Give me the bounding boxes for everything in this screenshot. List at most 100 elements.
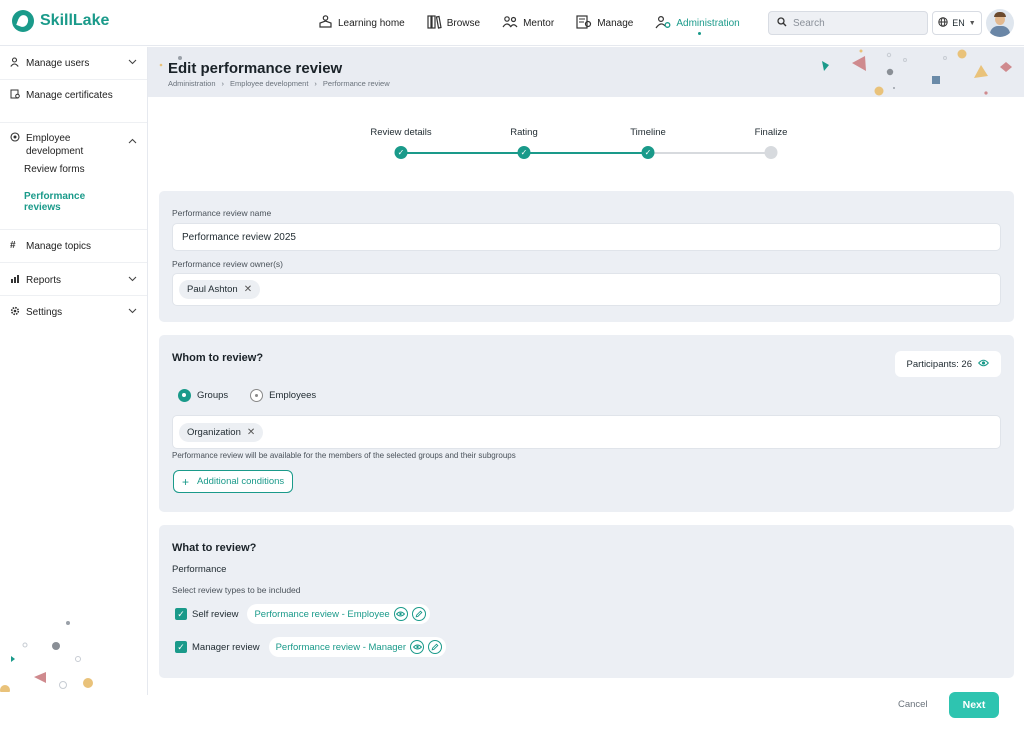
- sidebar-item-manage-users[interactable]: Manage users: [0, 47, 147, 80]
- mentor-icon: [502, 15, 518, 32]
- admin-icon: [655, 15, 671, 32]
- self-review-label: Self review: [192, 608, 239, 620]
- review-owner-input[interactable]: Paul Ashton ✕: [172, 273, 1001, 306]
- sidebar-item-reports[interactable]: Reports: [0, 263, 147, 296]
- sidebar-item-label: Reports: [26, 275, 62, 286]
- cancel-button[interactable]: Cancel: [898, 699, 928, 710]
- sidebar-subitem-review-forms[interactable]: Review forms: [0, 164, 147, 181]
- sidebar-item-settings[interactable]: Settings: [0, 296, 147, 328]
- chart-icon: [10, 274, 26, 287]
- books-icon: [427, 14, 442, 32]
- step-label[interactable]: Finalize: [755, 127, 788, 138]
- self-review-form-link[interactable]: Performance review - Employee: [247, 604, 430, 624]
- form-actions: Cancel Next: [0, 691, 1024, 721]
- main-nav: Learning home Browse Mentor Manage Admin…: [318, 0, 740, 46]
- progress-stepper: Review details Rating Timeline Finalize …: [148, 97, 1024, 187]
- review-target-radio-group: Groups Employees: [178, 389, 316, 402]
- section-title: Whom to review?: [172, 352, 264, 364]
- chevron-down-icon: [128, 57, 137, 67]
- review-name-input[interactable]: Performance review 2025: [172, 223, 1001, 251]
- nav-mentor[interactable]: Mentor: [502, 0, 554, 46]
- groups-input[interactable]: Organization ✕: [172, 415, 1001, 449]
- chevron-down-icon: [128, 306, 137, 316]
- certificate-icon: [10, 89, 26, 102]
- radio-employees[interactable]: Employees: [250, 389, 316, 402]
- form-link-label: Performance review - Employee: [254, 608, 390, 620]
- additional-conditions-button[interactable]: + Additional conditions: [173, 470, 294, 493]
- sidebar: Manage users Manage certificates Employe…: [0, 47, 148, 695]
- groups-helper-text: Performance review will be available for…: [172, 451, 516, 460]
- participants-label: Participants: 26: [906, 358, 972, 370]
- sidebar-item-manage-certificates[interactable]: Manage certificates: [0, 80, 147, 123]
- manager-review-checkbox[interactable]: ✓: [175, 641, 187, 653]
- step-label[interactable]: Timeline: [630, 127, 666, 138]
- step-done-check-icon[interactable]: ✓: [641, 146, 655, 159]
- radio-groups[interactable]: Groups: [178, 389, 228, 402]
- nav-label: Learning home: [338, 17, 405, 29]
- search-input[interactable]: Search: [768, 11, 928, 35]
- self-review-checkbox[interactable]: ✓: [175, 608, 187, 620]
- user-avatar[interactable]: [986, 9, 1014, 37]
- step-label[interactable]: Rating: [510, 127, 537, 138]
- section-title: What to review?: [172, 542, 257, 554]
- language-code: EN: [952, 18, 965, 28]
- header-decoration: [159, 49, 1012, 96]
- step-pending-dot[interactable]: [764, 146, 778, 159]
- learning-home-icon: [318, 14, 333, 32]
- radio-label: Groups: [197, 390, 229, 401]
- next-button[interactable]: Next: [949, 692, 999, 718]
- sidebar-item-manage-topics[interactable]: # Manage topics: [0, 230, 147, 263]
- group-chip-label: Organization: [187, 426, 241, 438]
- participants-button[interactable]: Participants: 26: [894, 351, 1001, 377]
- edit-pencil-icon[interactable]: [411, 607, 426, 621]
- self-review-row: ✓ Self review Performance review - Emplo…: [175, 604, 430, 624]
- owner-chip: Paul Ashton ✕: [179, 280, 261, 299]
- language-selector[interactable]: EN ▼: [932, 11, 982, 35]
- whom-to-review-card: Whom to review? Participants: 26 Groups …: [159, 335, 1014, 512]
- employee-development-icon: [10, 132, 26, 145]
- nav-learning-home[interactable]: Learning home: [318, 0, 405, 46]
- step-done-check-icon[interactable]: ✓: [394, 146, 408, 159]
- sidebar-item-label: Employee development: [26, 133, 84, 157]
- chevron-up-icon: [128, 136, 137, 146]
- radio-label: Employees: [269, 390, 317, 401]
- sidebar-item-employee-development[interactable]: Employee development: [0, 123, 147, 164]
- sidebar-decoration: [0, 621, 93, 692]
- step-connector: [401, 152, 524, 154]
- group-chip: Organization ✕: [179, 422, 264, 442]
- caret-down-icon: ▼: [968, 19, 976, 27]
- manager-review-form-link[interactable]: Performance review - Manager: [268, 637, 447, 657]
- remove-chip-icon[interactable]: ✕: [247, 427, 255, 438]
- eye-icon[interactable]: [410, 640, 425, 654]
- app-logo[interactable]: SkillLake: [12, 10, 109, 32]
- remove-chip-icon[interactable]: ✕: [244, 284, 252, 295]
- nav-label: Administration: [676, 17, 740, 29]
- nav-manage[interactable]: Manage: [576, 0, 633, 46]
- nav-administration[interactable]: Administration: [655, 0, 740, 46]
- eye-icon[interactable]: [393, 607, 408, 621]
- step-connector: [524, 152, 648, 154]
- review-types-helper: Select review types to be included: [172, 585, 301, 595]
- manage-icon: [576, 14, 592, 32]
- edit-pencil-icon[interactable]: [428, 640, 443, 654]
- step-connector: [648, 152, 771, 154]
- eye-icon: [978, 359, 989, 370]
- sidebar-subitem-performance-reviews[interactable]: Performance reviews: [0, 181, 147, 230]
- sidebar-item-label: Manage topics: [26, 241, 92, 252]
- review-name-label: Performance review name: [172, 208, 272, 218]
- radio-selected-icon: [178, 389, 191, 402]
- radio-unselected-icon: [250, 389, 264, 402]
- step-done-check-icon[interactable]: ✓: [517, 146, 531, 159]
- top-bar: SkillLake Learning home Browse Mentor Ma…: [0, 0, 1024, 46]
- form-link-label: Performance review - Manager: [275, 641, 407, 653]
- plus-icon: +: [182, 474, 190, 489]
- review-owner-label: Performance review owner(s): [172, 259, 284, 269]
- sidebar-item-label: Manage users: [26, 58, 90, 69]
- nav-browse[interactable]: Browse: [427, 0, 480, 46]
- step-label[interactable]: Review details: [370, 127, 431, 138]
- additional-conditions-label: Additional conditions: [197, 476, 285, 487]
- review-details-card: Performance review name Performance revi…: [159, 191, 1014, 322]
- skilllake-logo-icon: [12, 10, 34, 32]
- manager-review-row: ✓ Manager review Performance review - Ma…: [175, 637, 447, 657]
- sidebar-item-label: Settings: [26, 307, 63, 318]
